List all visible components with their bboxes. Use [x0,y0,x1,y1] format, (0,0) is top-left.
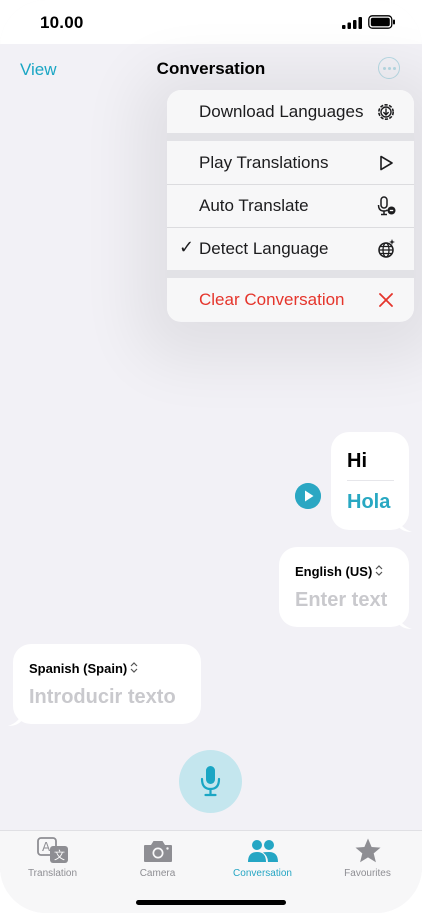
translated-text: Hola [347,491,391,513]
svg-text:文: 文 [54,848,65,862]
menu-item-label: Clear Conversation [199,289,345,309]
battery-icon [368,15,395,29]
menu-item-label: Auto Translate [199,195,309,215]
star-icon [355,838,381,863]
tab-label: Conversation [233,868,292,879]
tab-camera[interactable]: Camera [105,831,210,891]
conversation-bubble: Hi Hola [331,432,409,530]
language-selector-english[interactable]: English (US) [295,564,372,579]
menu-item-clear-conversation[interactable]: Clear Conversation [167,278,414,321]
chevron-up-down-icon [375,565,383,576]
play-translation-button[interactable] [295,483,321,509]
svg-text:A: A [42,840,51,854]
tab-label: Translation [27,868,78,879]
menu-separator [167,133,414,141]
bubble-tail [398,615,412,629]
status-time: 10.00 [40,13,84,32]
notch [110,0,312,32]
spanish-input-panel[interactable]: Spanish (Spain) Introducir texto [13,644,201,724]
english-input-panel[interactable]: English (US) Enter text [279,547,409,627]
x-icon [379,293,393,307]
microphone-button[interactable] [179,750,242,813]
page-title: Conversation [156,59,266,78]
options-menu: Download Languages Play Translations Aut… [167,90,414,322]
microphone-icon [200,766,221,797]
menu-item-download-languages[interactable]: Download Languages [167,90,414,133]
home-indicator [136,900,286,905]
menu-item-auto-translate[interactable]: Auto Translate [167,184,414,227]
more-options-icon[interactable] [378,57,400,79]
translation-icon: A 文 [37,837,68,863]
menu-item-label: Detect Language [199,238,329,258]
bubble-tail [398,518,412,532]
download-gear-icon [378,104,394,120]
tab-favourites[interactable]: Favourites [315,831,420,891]
chevron-up-down-icon [130,662,138,673]
phone-screen: 10.00 View Conversation Download Languag… [0,0,422,913]
bubble-tail [8,712,22,726]
menu-item-detect-language[interactable]: ✓ Detect Language [167,227,414,270]
menu-separator [167,270,414,278]
tab-translation[interactable]: A 文 Translation [0,831,105,891]
spanish-text-input[interactable]: Introducir texto [29,686,176,709]
globe-sparkle-icon [378,239,395,258]
signal-icon [342,17,362,29]
navigation-bar: View Conversation [0,44,422,92]
language-selector-spanish[interactable]: Spanish (Spain) [29,661,127,676]
camera-icon [144,841,172,862]
menu-item-label: Download Languages [199,101,364,121]
source-text: Hi [347,450,367,472]
play-outline-icon [380,155,393,171]
checkmark-icon: ✓ [179,237,195,257]
divider [347,480,394,481]
tab-label: Camera [139,868,176,879]
tab-conversation[interactable]: Conversation [210,831,315,891]
menu-item-play-translations[interactable]: Play Translations [167,141,414,184]
people-icon [248,840,278,862]
tab-label: Favourites [344,868,391,879]
menu-item-label: Play Translations [199,152,329,172]
english-text-input[interactable]: Enter text [295,589,387,612]
mic-auto-icon [377,196,396,216]
